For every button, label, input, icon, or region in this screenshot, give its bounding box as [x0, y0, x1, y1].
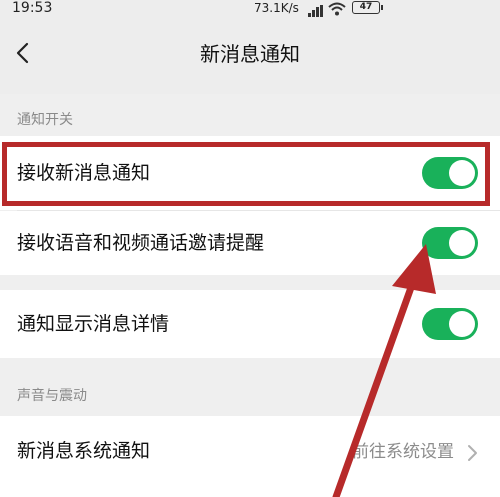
setting-row-system-notification[interactable]: 新消息系统通知 前往系统设置	[0, 416, 500, 497]
toggle-voice-video[interactable]	[422, 227, 478, 259]
setting-row-voice-video: 接收语音和视频通话邀请提醒	[0, 211, 500, 275]
status-bar: 19:53 73.1K/s 47	[0, 0, 500, 20]
toggle-knob	[449, 230, 475, 256]
page-title: 新消息通知	[200, 42, 300, 66]
section-label-sound-vibration: 声音与震动	[17, 388, 87, 404]
status-time: 19:53	[12, 0, 53, 16]
setting-label-system-notification: 新消息系统通知	[17, 440, 151, 462]
toggle-knob	[449, 160, 475, 186]
battery-indicator: 47	[352, 1, 383, 14]
setting-value-system-notification: 前往系统设置	[352, 442, 454, 462]
chevron-right-icon	[468, 445, 477, 461]
setting-label-show-details: 通知显示消息详情	[17, 313, 170, 335]
signal-icon	[308, 2, 324, 21]
toggle-receive-new[interactable]	[422, 157, 478, 189]
nav-bar: 新消息通知	[0, 20, 500, 94]
setting-row-receive-new: 接收新消息通知	[0, 136, 500, 210]
setting-label-receive-new: 接收新消息通知	[17, 162, 151, 184]
section-label-notification-switch: 通知开关	[17, 112, 73, 128]
toggle-knob	[449, 311, 475, 337]
toggle-show-details[interactable]	[422, 308, 478, 340]
wifi-icon	[328, 1, 346, 20]
setting-label-voice-video: 接收语音和视频通话邀请提醒	[17, 232, 265, 254]
setting-row-show-details: 通知显示消息详情	[0, 290, 500, 358]
network-speed: 73.1K/s	[254, 1, 299, 15]
